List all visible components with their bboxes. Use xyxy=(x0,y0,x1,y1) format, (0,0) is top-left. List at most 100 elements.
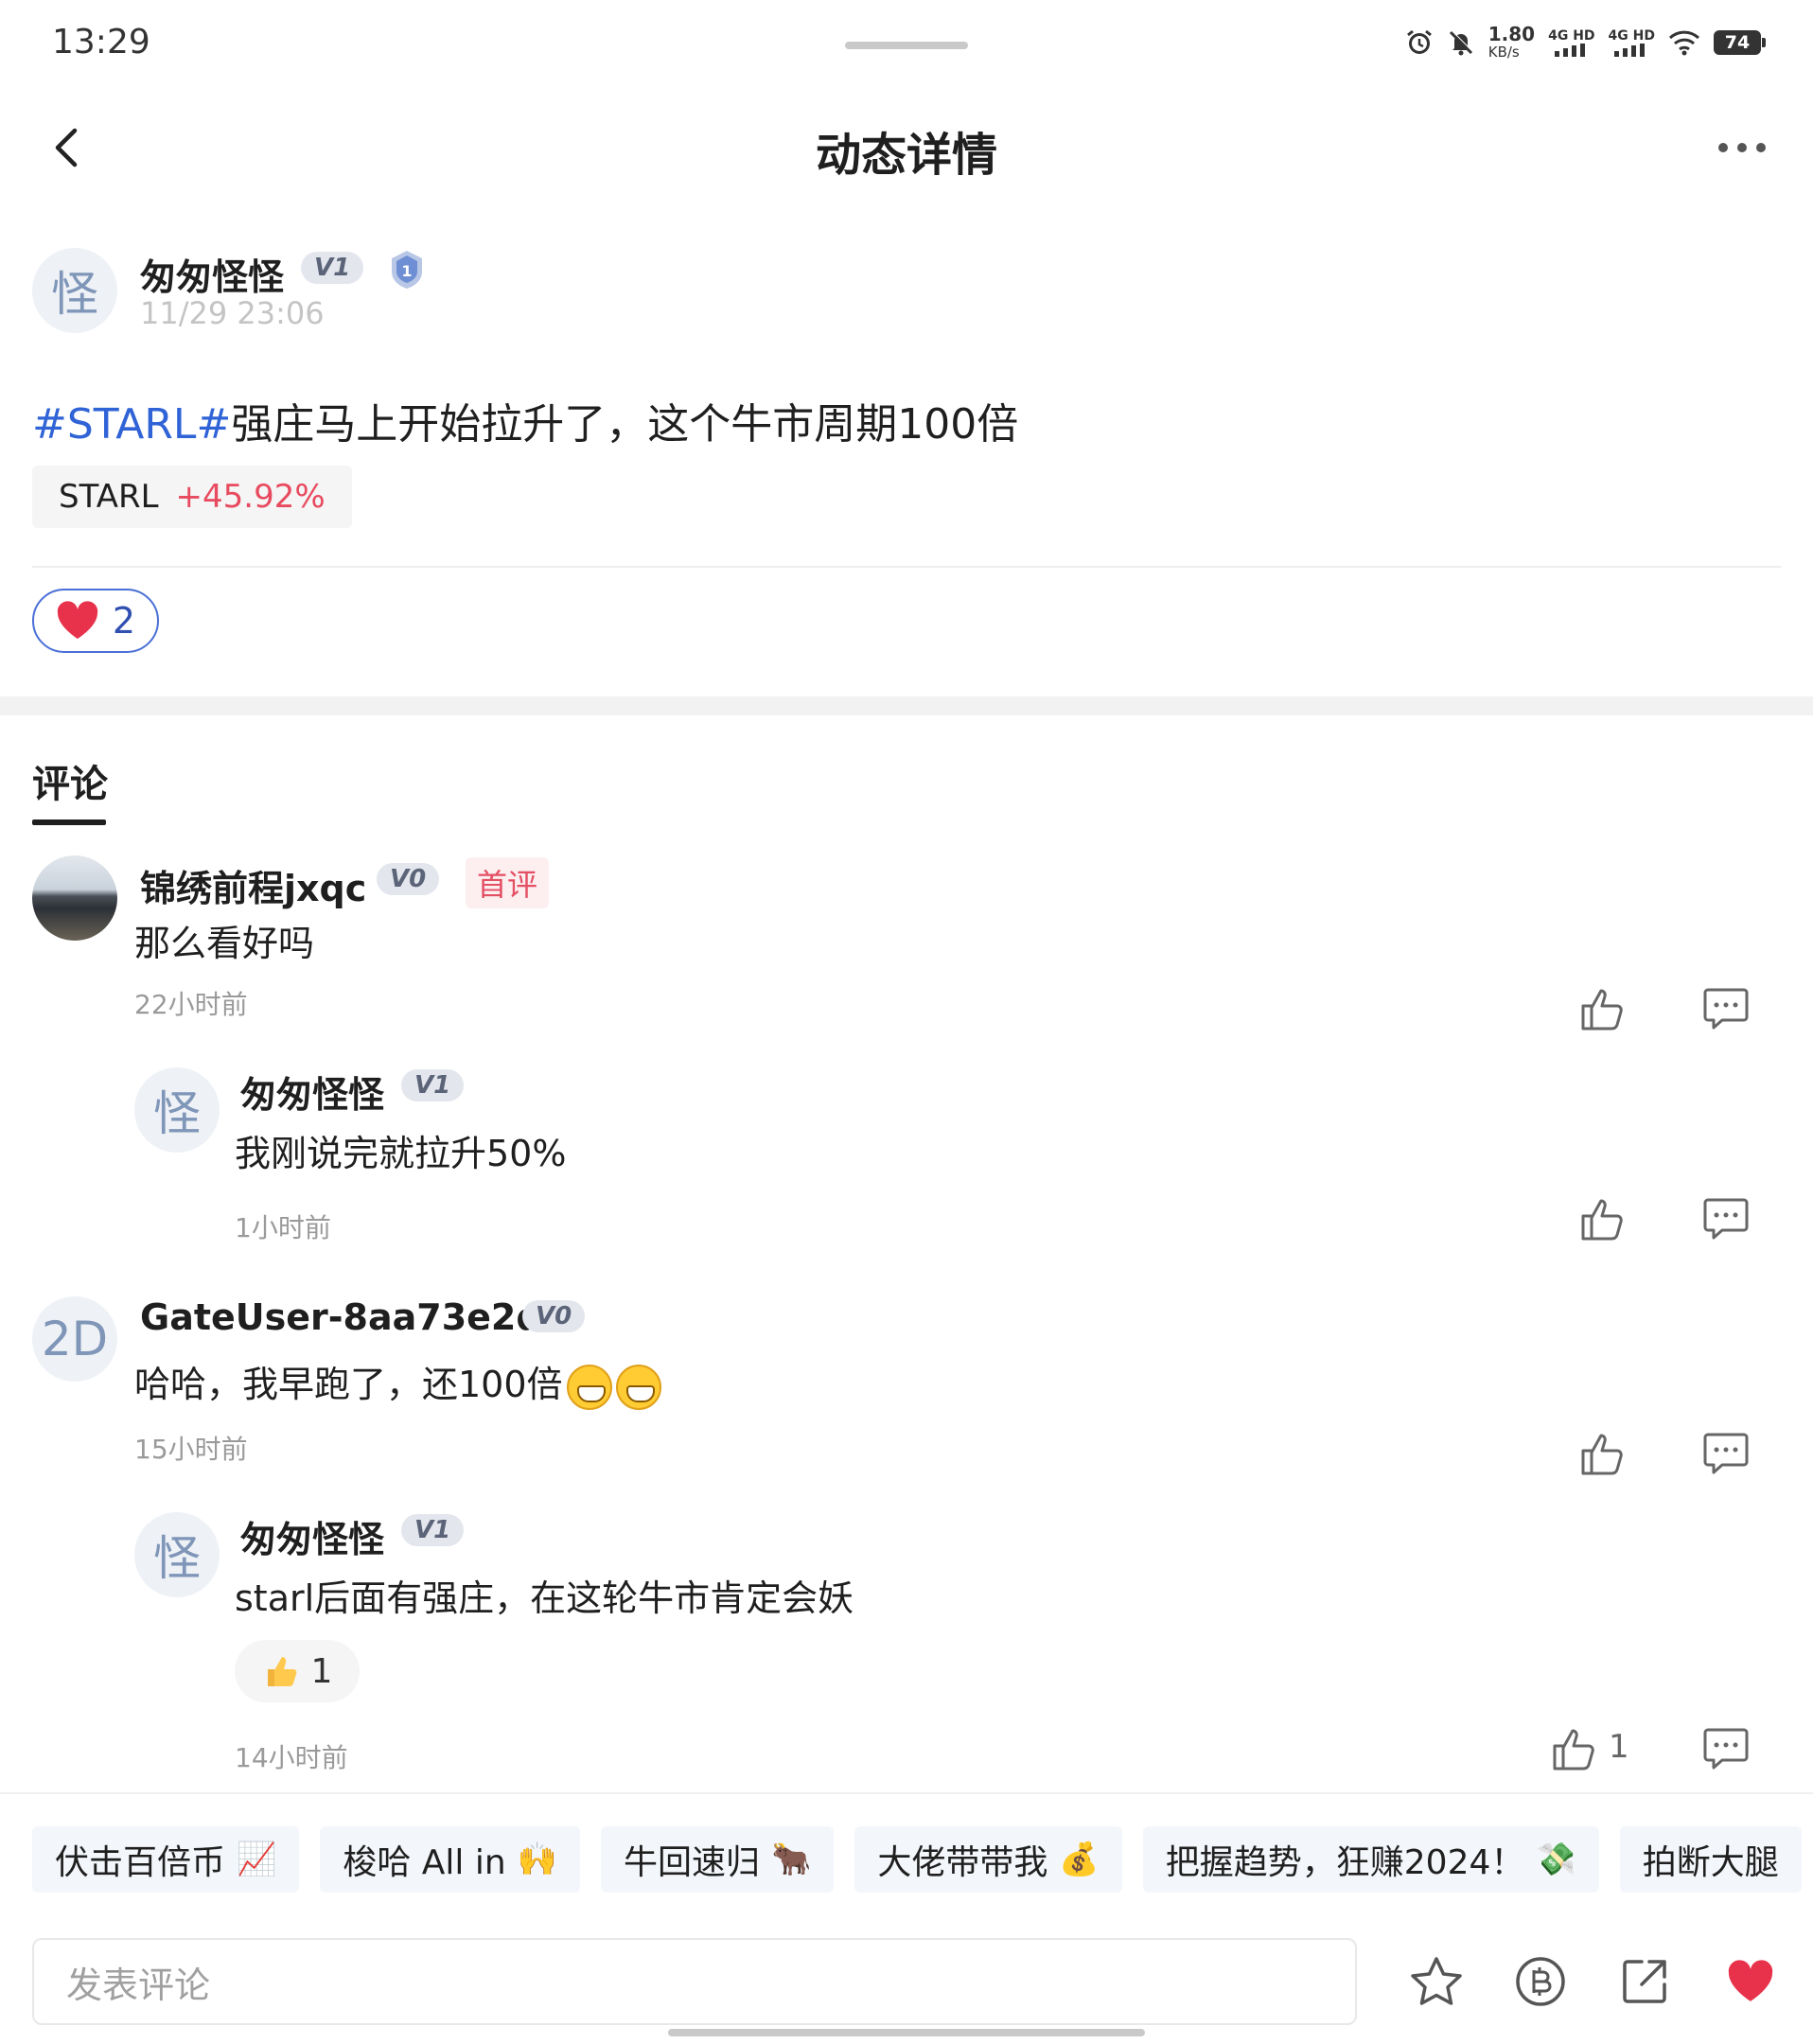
reply-author-avatar[interactable]: 怪 xyxy=(134,1512,220,1597)
section-separator xyxy=(0,696,1813,715)
post-text: 强庄马上开始拉升了，这个牛市周期100倍 xyxy=(231,400,1019,449)
comment-like-button[interactable] xyxy=(1576,1427,1629,1480)
comment-time: 15小时前 xyxy=(134,1434,248,1465)
thumb-reaction-pill[interactable]: 1 xyxy=(235,1640,360,1702)
thumbs-up-icon xyxy=(1581,1434,1623,1475)
money-bag-emoji-icon: 💰 xyxy=(1059,1841,1100,1878)
grinning-face-emoji-icon xyxy=(615,1364,661,1410)
reply-like-button[interactable] xyxy=(1548,1722,1601,1775)
quick-reply-chip[interactable]: 拍断大腿 xyxy=(1619,1826,1802,1893)
ticker-symbol: STARL xyxy=(59,478,159,516)
quick-reply-bar: 伏击百倍币 📈 梭哈 All in 🙌 牛回速归 🐂 大佬带带我 💰 把握趋势，… xyxy=(32,1826,1802,1893)
post-author-name[interactable]: 匆匆怪怪 xyxy=(140,248,284,300)
rank-number: 1 xyxy=(401,262,412,280)
comment-like-button[interactable] xyxy=(1576,982,1629,1035)
reply-author-name[interactable]: 匆匆怪怪 xyxy=(240,1066,384,1118)
sim1-label: 4G HD xyxy=(1548,27,1595,44)
comment-reply-button[interactable] xyxy=(1699,1427,1752,1480)
reply-time: 14小时前 xyxy=(235,1742,348,1773)
status-time: 13:29 xyxy=(52,23,150,62)
reply-author-avatar[interactable]: 怪 xyxy=(134,1067,220,1153)
signal-icon: 4G HD xyxy=(1548,27,1595,57)
nav-bar: 动态详情 xyxy=(0,91,1813,204)
commenter-level-badge: V0 xyxy=(522,1300,586,1332)
quick-reply-label: 把握趋势，狂赚2024！ xyxy=(1165,1843,1525,1882)
star-icon xyxy=(1411,1957,1462,2005)
reply-like-count: 1 xyxy=(1609,1728,1629,1766)
like-post-button[interactable] xyxy=(1722,1953,1779,2010)
chart-up-emoji-icon: 📈 xyxy=(237,1841,277,1878)
heart-icon xyxy=(57,601,98,639)
post-topic-tag[interactable]: #STARL# xyxy=(32,400,231,449)
quick-reply-chip[interactable]: 伏击百倍币 📈 xyxy=(32,1826,300,1893)
reply-text: starl后面有强庄，在这轮牛市肯定会妖 xyxy=(235,1577,854,1619)
divider xyxy=(32,566,1781,568)
alarm-icon xyxy=(1405,28,1434,57)
home-indicator[interactable] xyxy=(668,2029,1145,2036)
tab-comments[interactable]: 评论 xyxy=(32,753,108,808)
reply-reply-button[interactable] xyxy=(1699,1722,1752,1775)
reply-author-level-badge: V1 xyxy=(401,1514,465,1546)
ticker-chip[interactable]: STARL +45.92% xyxy=(32,466,352,528)
heart-reaction-button[interactable]: 2 xyxy=(32,589,159,653)
share-button[interactable] xyxy=(1616,1953,1673,2010)
quick-reply-label: 拍断大腿 xyxy=(1642,1843,1779,1882)
reply-reply-button[interactable] xyxy=(1699,1192,1752,1245)
thumbs-up-icon xyxy=(1581,1199,1623,1241)
tab-comments-underline xyxy=(32,819,106,825)
more-button[interactable] xyxy=(1709,119,1775,176)
favorite-button[interactable] xyxy=(1408,1953,1465,2010)
reply-time: 1小时前 xyxy=(235,1212,331,1243)
reply-like-button[interactable] xyxy=(1576,1192,1629,1245)
post-author-avatar[interactable]: 怪 xyxy=(32,248,117,333)
commenter-avatar[interactable] xyxy=(32,855,117,941)
comment-text: 那么看好吗 xyxy=(134,923,315,964)
first-comment-badge: 首评 xyxy=(466,857,550,908)
post-content: #STARL#强庄马上开始拉升了，这个牛市周期100倍 xyxy=(32,390,1018,450)
signal-icon: 4G HD xyxy=(1609,28,1655,57)
quick-reply-label: 伏击百倍币 xyxy=(55,1843,226,1882)
chat-bubble-icon xyxy=(1703,1433,1749,1474)
bull-emoji-icon: 🐂 xyxy=(771,1841,812,1878)
heart-icon xyxy=(1728,1960,1773,2001)
thumbs-up-emoji-icon xyxy=(267,1657,296,1686)
quick-reply-chip[interactable]: 梭哈 All in 🙌 xyxy=(320,1826,581,1893)
rank-shield-icon: 1 xyxy=(388,249,426,291)
commenter-level-badge: V0 xyxy=(377,863,440,895)
post-time: 11/29 23:06 xyxy=(140,295,325,331)
post-author-level-badge: V1 xyxy=(301,252,364,284)
more-dots-icon xyxy=(1718,143,1766,152)
mute-icon xyxy=(1447,28,1475,57)
commenter-name[interactable]: GateUser-8aa73e2d xyxy=(140,1296,542,1338)
quick-reply-chip[interactable]: 大佬带带我 💰 xyxy=(854,1826,1122,1893)
commenter-name[interactable]: 锦绣前程jxqc xyxy=(140,859,366,911)
network-speed-unit: KB/s xyxy=(1487,44,1520,61)
comment-time: 22小时前 xyxy=(134,989,248,1020)
comment-text: 哈哈，我早跑了，还100倍 xyxy=(134,1364,563,1405)
chat-bubble-icon xyxy=(1703,1728,1749,1770)
ticker-change: +45.92% xyxy=(175,478,326,516)
quick-reply-chip[interactable]: 牛回速归 🐂 xyxy=(601,1826,835,1893)
quick-reply-label: 梭哈 All in xyxy=(343,1843,506,1882)
chat-bubble-icon xyxy=(1703,988,1749,1030)
commenter-avatar[interactable]: 2D xyxy=(32,1296,117,1382)
reply-text: 我刚说完就拉升50% xyxy=(235,1133,567,1174)
page-title: 动态详情 xyxy=(815,129,997,182)
status-bar: 13:29 1.80 KB/s 4G HD 4G HD 74 xyxy=(0,0,1813,91)
tip-button[interactable] xyxy=(1512,1953,1569,2010)
grinning-face-emoji-icon xyxy=(566,1364,612,1410)
comment-text-row: 哈哈，我早跑了，还100倍 xyxy=(134,1355,661,1410)
comment-reply-button[interactable] xyxy=(1699,982,1752,1035)
comment-input[interactable]: 发表评论 xyxy=(32,1938,1357,2025)
quick-reply-label: 牛回速归 xyxy=(624,1843,761,1882)
reply-author-level-badge: V1 xyxy=(401,1069,465,1101)
tip-coin-icon xyxy=(1516,1957,1565,2006)
quick-reply-chip[interactable]: 把握趋势，狂赚2024！ 💸 xyxy=(1142,1826,1599,1893)
window-drag-handle[interactable] xyxy=(845,42,968,49)
bottom-divider xyxy=(0,1792,1813,1794)
money-wings-emoji-icon: 💸 xyxy=(1536,1841,1576,1878)
thumbs-up-icon xyxy=(1553,1729,1594,1771)
sim2-label: 4G HD xyxy=(1608,27,1655,44)
network-speed: 1.80 KB/s xyxy=(1488,25,1535,60)
reply-author-name[interactable]: 匆匆怪怪 xyxy=(240,1510,384,1562)
